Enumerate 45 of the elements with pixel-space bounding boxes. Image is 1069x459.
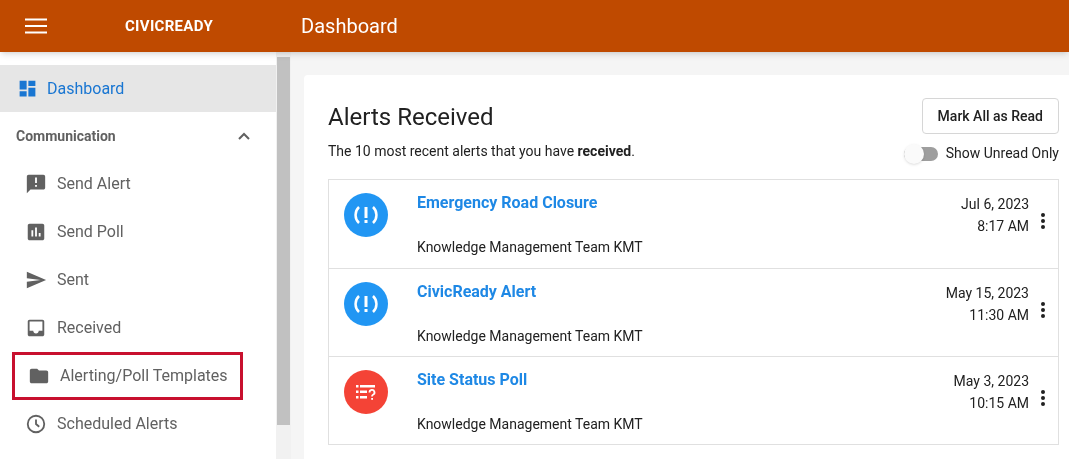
- alert-sender: Knowledge Management Team KMT: [417, 238, 644, 257]
- alert-sender: Knowledge Management Team KMT: [417, 327, 644, 346]
- nav-item[interactable]: Send Alert: [12, 160, 143, 208]
- toggle-switch[interactable]: [903, 146, 938, 161]
- bar-chart-icon: [25, 221, 47, 243]
- dashboard-icon: [17, 78, 38, 99]
- brand-logo: CIVICREADY: [125, 15, 214, 37]
- inbox-icon: [25, 317, 47, 339]
- chevron-icon: [238, 132, 250, 140]
- page-title: Dashboard: [301, 13, 398, 40]
- toggle-label: Show Unread Only: [945, 144, 1059, 163]
- card-title: Alerts Received: [328, 102, 495, 133]
- nav-item[interactable]: Received: [12, 304, 134, 352]
- nav-item[interactable]: Sent: [12, 256, 102, 304]
- message-alert-icon: [25, 173, 47, 195]
- alert-time: 10:15 AM: [969, 394, 1029, 413]
- alert-sender: Knowledge Management Team KMT: [417, 415, 644, 434]
- alert-icon: [344, 282, 388, 326]
- alert-row[interactable]: Site Status Poll Knowledge Management Team KMT May 3, 2023 10:15 AM: [329, 356, 1058, 444]
- alert-title[interactable]: Emergency Road Closure: [417, 194, 962, 212]
- alert-row[interactable]: Emergency Road Closure Knowledge Management Team KMT Jul 6, 2023 8:17 AM: [329, 180, 1058, 268]
- section-header[interactable]: Communication: [0, 112, 276, 160]
- nav-item[interactable]: Alerting/Poll Templates: [12, 352, 243, 400]
- alert-date: May 15, 2023: [945, 284, 1029, 303]
- alert-title[interactable]: Site Status Poll: [417, 371, 954, 389]
- alert-date: Jul 6, 2023: [961, 195, 1029, 214]
- nav-item[interactable]: Scheduled Alerts: [12, 400, 190, 448]
- card-subtitle: The 10 most recent alerts that you have received.: [328, 142, 635, 161]
- alert-title[interactable]: CivicReady Alert: [417, 283, 946, 301]
- poll-icon: [344, 370, 388, 414]
- more-icon[interactable]: [1041, 390, 1045, 406]
- alert-row[interactable]: CivicReady Alert Knowledge Management Team KMT May 15, 2023 11:30 AM: [329, 268, 1058, 356]
- alert-time: 8:17 AM: [977, 217, 1029, 236]
- mark-all-read-button[interactable]: Mark All as Read: [921, 98, 1059, 134]
- more-icon[interactable]: [1041, 213, 1045, 229]
- scrollbar[interactable]: [276, 52, 291, 459]
- nav-item[interactable]: Send Poll: [12, 208, 136, 256]
- alert-icon: [344, 193, 388, 237]
- more-icon[interactable]: [1041, 302, 1045, 318]
- clock-icon: [25, 413, 47, 435]
- alert-time: 11:30 AM: [969, 306, 1029, 325]
- menu-icon[interactable]: [25, 18, 47, 34]
- nav-item[interactable]: Dashboard: [0, 65, 276, 112]
- alert-date: May 3, 2023: [953, 372, 1029, 391]
- send-icon: [25, 269, 47, 291]
